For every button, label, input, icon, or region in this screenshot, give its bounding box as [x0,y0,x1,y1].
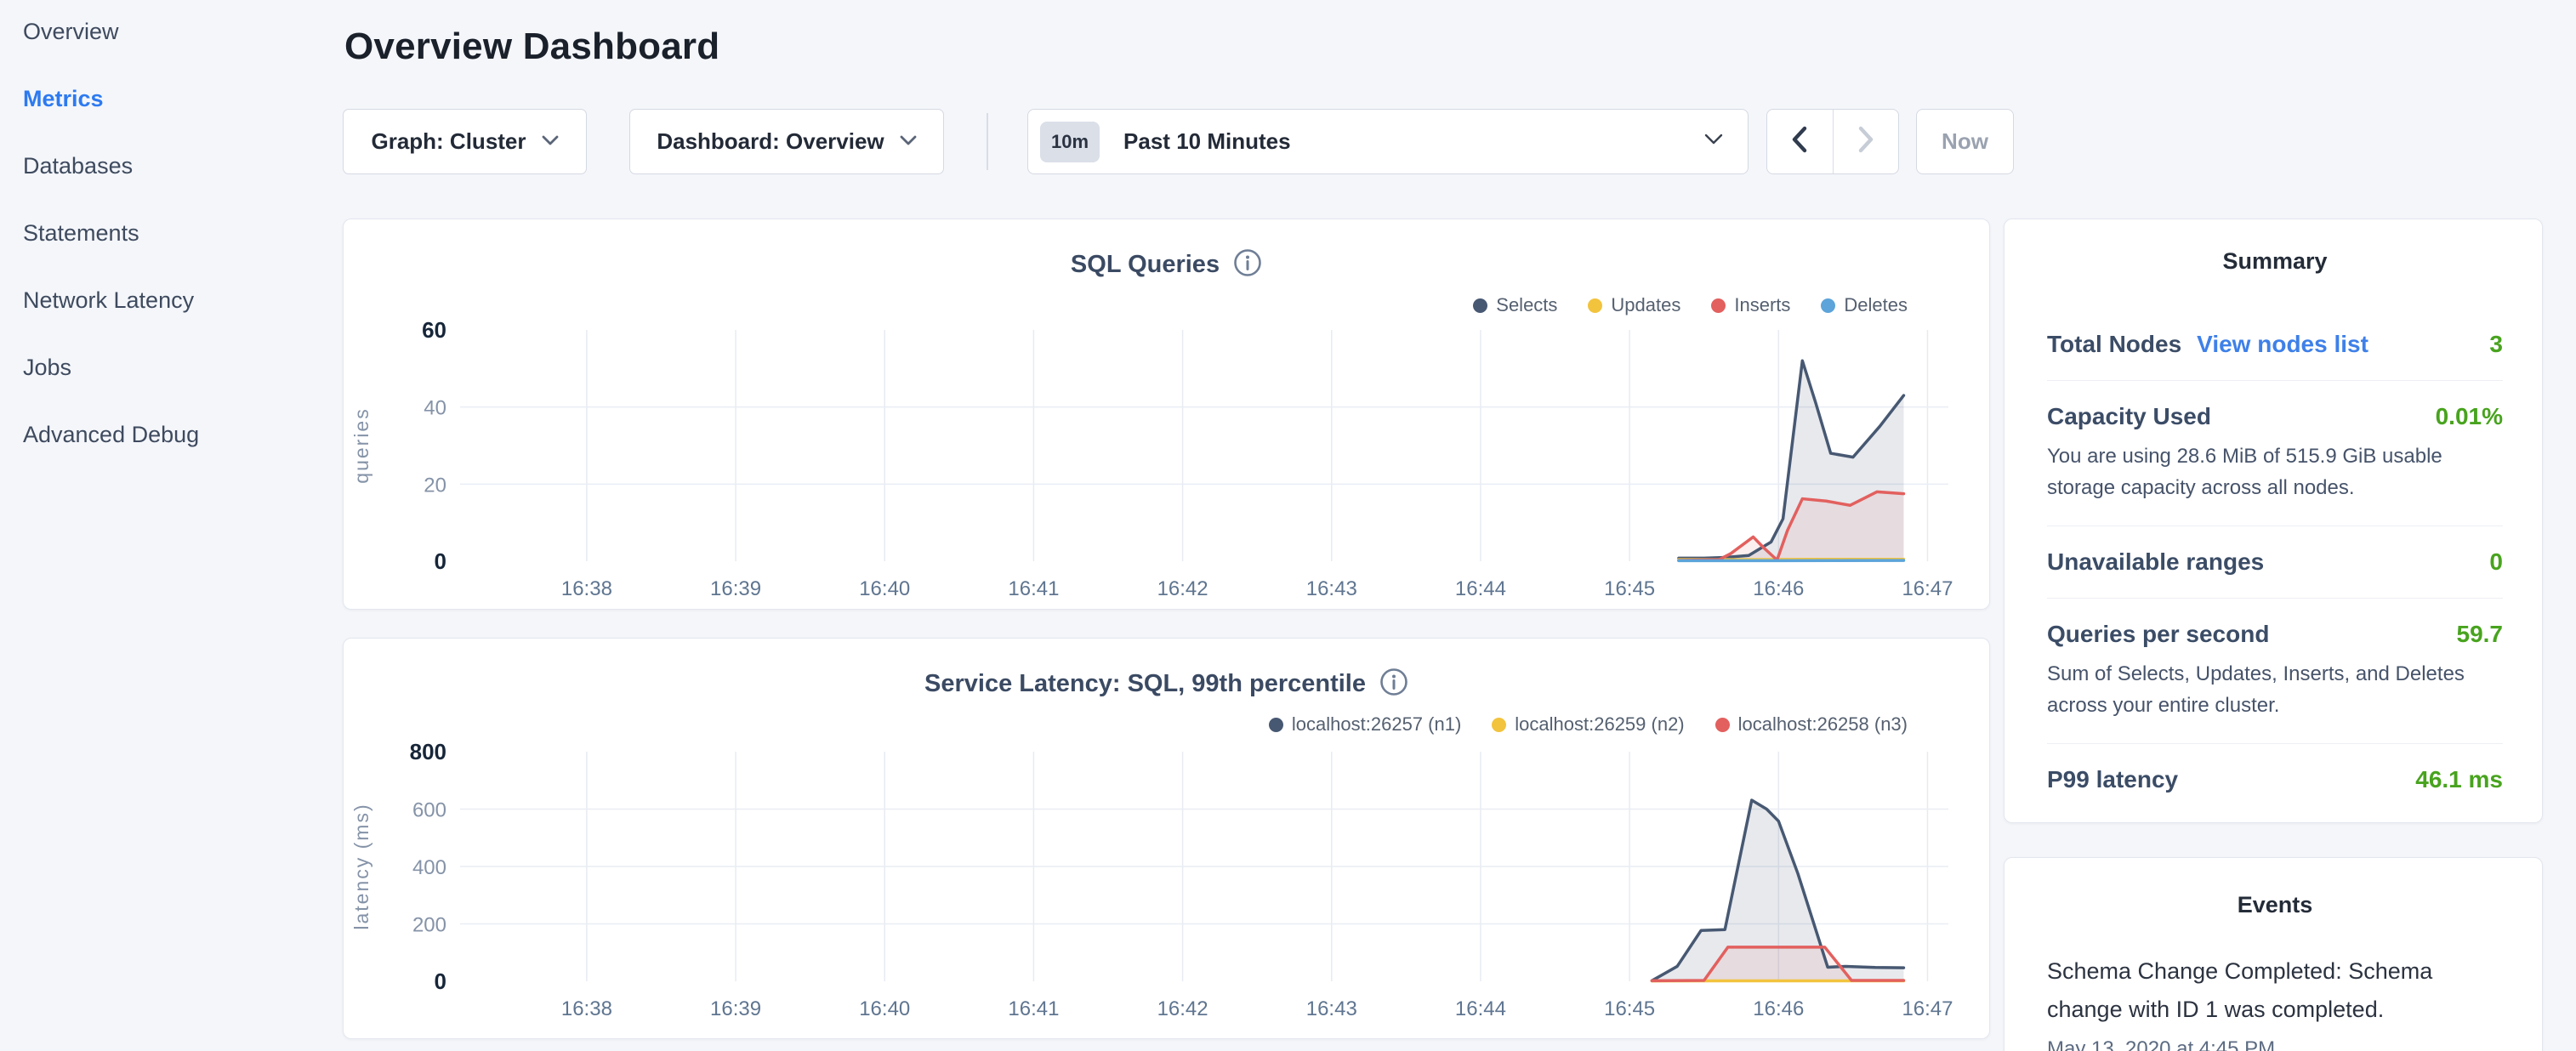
chevron-down-icon [542,134,559,150]
controls-divider [987,113,988,170]
service-latency-chart: 0 200 400 600 800 16:38 16:39 16:40 16:41 16:42 16… [344,639,1991,1040]
event-text: Schema Change Completed: Schema change w… [2047,952,2503,1029]
svg-text:16:43: 16:43 [1306,577,1357,600]
svg-text:16:38: 16:38 [561,577,612,600]
summary-panel: Summary Total Nodes View nodes list 3 Ca… [2004,219,2543,823]
summary-label: P99 latency [2047,766,2178,793]
svg-text:16:45: 16:45 [1604,577,1655,600]
summary-description: Sum of Selects, Updates, Inserts, and De… [2047,658,2503,721]
svg-text:40: 40 [424,397,446,420]
svg-text:16:38: 16:38 [561,997,612,1020]
sidebar-item-overview[interactable]: Overview [23,20,199,43]
graph-dropdown[interactable]: Graph: Cluster [343,109,587,174]
svg-text:16:39: 16:39 [710,577,761,600]
summary-label: Capacity Used [2047,403,2211,430]
svg-text:16:39: 16:39 [710,997,761,1020]
time-pager [1766,109,1899,174]
page-title: Overview Dashboard [344,26,719,68]
svg-text:16:46: 16:46 [1753,577,1804,600]
view-nodes-list-link[interactable]: View nodes list [2197,331,2368,358]
chevron-left-icon [1791,126,1808,157]
prev-time-button[interactable] [1767,110,1833,173]
next-time-button[interactable] [1834,110,1899,173]
svg-text:16:47: 16:47 [1902,997,1953,1020]
time-range-badge: 10m [1040,122,1100,162]
summary-row-total-nodes: Total Nodes View nodes list 3 [2047,309,2503,381]
sql-queries-card: SQL Queries SelectsUpdatesInsertsDeletes… [343,219,1990,610]
summary-label: Total Nodes [2047,331,2181,358]
svg-text:16:42: 16:42 [1157,997,1208,1020]
events-title: Events [2047,892,2503,918]
svg-text:600: 600 [412,799,446,822]
graph-dropdown-label: Graph: Cluster [371,128,526,155]
summary-row-unavailable-ranges: Unavailable ranges 0 [2047,526,2503,599]
summary-title: Summary [2047,248,2503,275]
svg-text:16:43: 16:43 [1306,997,1357,1020]
service-latency-card: Service Latency: SQL, 99th percentile lo… [343,638,1990,1039]
summary-label: Unavailable ranges [2047,548,2264,576]
sidebar-item-jobs[interactable]: Jobs [23,356,199,379]
svg-text:16:41: 16:41 [1008,577,1059,600]
chevron-right-icon [1857,126,1874,157]
svg-text:60: 60 [422,317,446,343]
p99-latency-value: 46.1 ms [2415,766,2503,793]
svg-text:800: 800 [410,739,446,764]
svg-text:16:47: 16:47 [1902,577,1953,600]
now-button[interactable]: Now [1916,109,2014,174]
svg-text:16:44: 16:44 [1455,997,1506,1020]
svg-text:16:45: 16:45 [1604,997,1655,1020]
dashboard-dropdown-label: Dashboard: Overview [657,128,884,155]
summary-row-p99-latency: P99 latency 46.1 ms [2047,744,2503,815]
svg-text:16:46: 16:46 [1753,997,1804,1020]
total-nodes-value: 3 [2489,331,2503,358]
svg-text:20: 20 [424,474,446,497]
unavailable-ranges-value: 0 [2489,548,2503,576]
events-panel: Events Schema Change Completed: Schema c… [2004,857,2543,1051]
sidebar-nav: Overview Metrics Databases Statements Ne… [23,20,199,491]
chevron-down-icon [900,134,917,150]
svg-text:queries: queries [350,407,372,483]
svg-text:400: 400 [412,856,446,879]
svg-text:16:40: 16:40 [859,997,910,1020]
capacity-used-value: 0.01% [2436,403,2503,430]
queries-per-second-value: 59.7 [2457,621,2504,648]
sql-queries-chart: 0 20 40 60 16:38 16:39 16:40 16:41 16:42 16:43 16:… [344,219,1991,611]
controls-bar: Graph: Cluster Dashboard: Overview 10m P… [0,109,2576,174]
svg-text:16:42: 16:42 [1157,577,1208,600]
summary-label: Queries per second [2047,621,2269,648]
summary-description: You are using 28.6 MiB of 515.9 GiB usab… [2047,440,2503,503]
summary-row-capacity-used: Capacity Used 0.01% You are using 28.6 M… [2047,381,2503,526]
sidebar-item-metrics[interactable]: Metrics [23,88,199,111]
event-list-item[interactable]: Schema Change Completed: Schema change w… [2047,952,2503,1051]
svg-text:200: 200 [412,914,446,937]
sidebar-item-network-latency[interactable]: Network Latency [23,289,199,312]
event-timestamp: May 13, 2020 at 4:45 PM [2047,1037,2503,1051]
svg-text:16:41: 16:41 [1008,997,1059,1020]
svg-text:16:44: 16:44 [1455,577,1506,600]
time-range-label: Past 10 Minutes [1123,128,1703,155]
time-range-selector[interactable]: 10m Past 10 Minutes [1027,109,1749,174]
svg-text:0: 0 [435,969,446,994]
dashboard-dropdown[interactable]: Dashboard: Overview [629,109,944,174]
svg-text:16:40: 16:40 [859,577,910,600]
chevron-down-icon [1703,134,1724,150]
sidebar-item-advanced-debug[interactable]: Advanced Debug [23,423,199,446]
svg-text:latency (ms): latency (ms) [350,803,372,929]
svg-text:0: 0 [435,548,446,574]
summary-row-queries-per-second: Queries per second 59.7 Sum of Selects, … [2047,599,2503,744]
sidebar-item-statements[interactable]: Statements [23,222,199,245]
